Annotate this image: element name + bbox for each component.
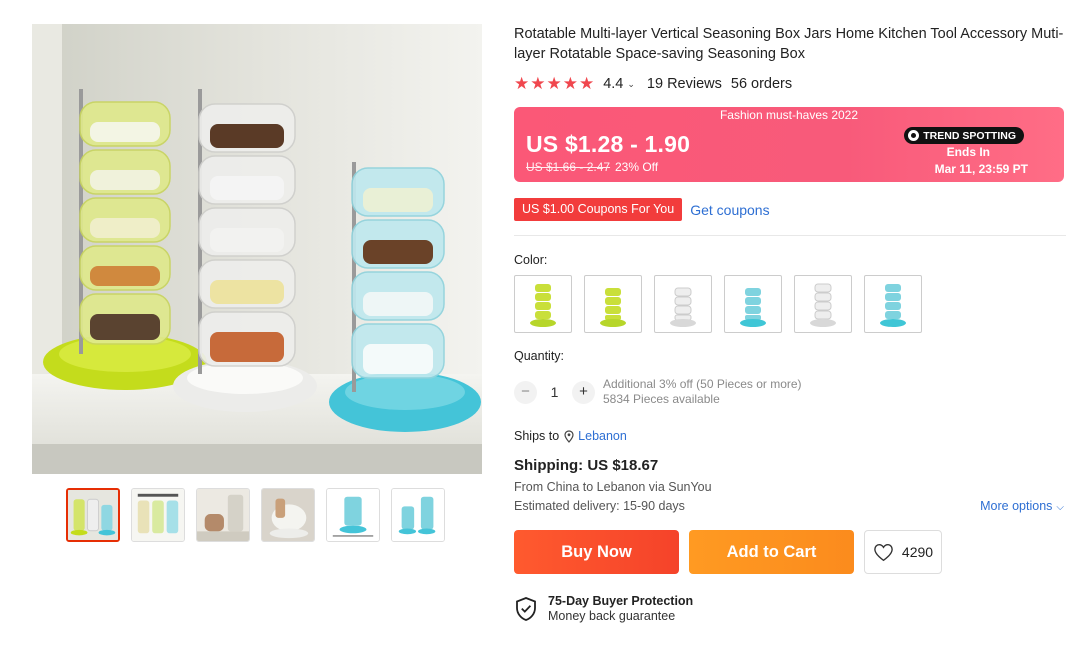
coupon-tag[interactable]: US $1.00 Coupons For You [514,198,683,221]
rating-row: ★★★★★ 4.4 ⌄ 19 Reviews 56 orders [514,74,1066,94]
reviews-link[interactable]: 19 Reviews [647,76,722,92]
color-option-green-5-tier[interactable] [514,275,572,333]
thumb-blue-dimensions [327,489,379,541]
original-price: US $1.66 - 2.47 [526,160,611,174]
buy-now-button[interactable]: Buy Now [514,530,679,574]
ships-to-destination[interactable]: Lebanon [578,429,627,443]
main-product-image[interactable] [32,24,482,474]
get-coupons-link[interactable]: Get coupons [690,202,769,218]
orders-count: 56 orders [730,76,793,92]
blue-tower-icon [740,288,766,327]
coupon-row: US $1.00 Coupons For You Get coupons [514,198,1066,221]
bulk-discount-note: Additional 3% off (50 Pieces or more) [603,377,802,391]
chevron-down-icon[interactable]: ⌄ [627,79,635,90]
quantity-increase-button[interactable]: + [572,380,595,404]
thumbnail-3[interactable] [196,488,250,542]
thumb-closeup [262,489,314,541]
white-tower-icon [810,283,836,327]
green-tower-icon [530,284,556,327]
thumbnail-2[interactable] [131,488,185,542]
add-to-cart-button[interactable]: Add to Cart [689,530,854,574]
quantity-input[interactable]: 1 [537,384,572,400]
protection-subtitle: Money back guarantee [548,609,676,623]
thumb-all-colors [68,490,118,540]
estimated-delivery: Estimated delivery: 15-90 days [514,499,685,513]
rating-value[interactable]: 4.4 [603,76,623,92]
heart-icon [874,543,893,561]
white-tower-icon [670,287,696,327]
shipping-route: From China to Lebanon via SunYou [514,480,712,494]
ships-to-label: Ships to [514,429,560,443]
wishlist-count: 4290 [901,544,934,560]
thumbnail-5[interactable] [326,488,380,542]
purchase-actions: Buy Now Add to Cart 4290 [514,530,1066,574]
quantity-stepper: − 1 + Additional 3% off (50 Pieces or mo… [514,377,1066,407]
more-options-label[interactable]: More options [980,499,1052,513]
chevron-down-icon[interactable]: ⌵ [1056,502,1064,513]
delivery-row: Estimated delivery: 15-90 days More opti… [514,499,1066,513]
more-options-link[interactable]: More options ⌵ [980,499,1064,513]
discount-percent: 23% Off [615,160,659,174]
protection-title: 75-Day Buyer Protection [548,594,694,608]
thumbnail-strip [66,488,445,542]
color-option-white-4-tier[interactable] [654,275,712,333]
thumb-blue-two-sizes [392,489,444,541]
location-pin-icon [564,429,574,443]
thumbnail-6[interactable] [391,488,445,542]
ends-in-date: Mar 11, 23:59 PT [934,162,1028,176]
quantity-label: Quantity: [514,349,565,363]
star-rating-icon: ★★★★★ [514,74,596,93]
ships-to-row: Ships to Lebanon [514,429,1066,443]
price-banner: Fashion must-haves 2022 US $1.28 - 1.90 … [514,107,1064,182]
thumb-size-chart [132,489,184,541]
ends-in-label: Ends In [946,145,990,159]
shipping-cost: Shipping: US $18.67 [514,457,659,474]
divider [514,235,1066,236]
quantity-info: Additional 3% off (50 Pieces or more) 58… [603,377,802,407]
shield-check-icon [516,597,536,621]
thumbnail-4[interactable] [261,488,315,542]
trend-icon [908,130,920,141]
banner-caption: Fashion must-haves 2022 [719,108,859,122]
color-option-blue-4-tier[interactable] [724,275,782,333]
thumb-in-use [197,489,249,541]
trend-label: TREND SPOTTING [923,129,1016,142]
color-option-white-5-tier[interactable] [794,275,852,333]
color-swatches [514,275,1066,333]
trend-spotting-badge: TREND SPOTTING [904,127,1024,144]
thumbnail-1[interactable] [66,488,120,542]
product-title: Rotatable Multi-layer Vertical Seasoning… [514,26,1064,62]
green-tower-icon [600,288,626,327]
blue-tower-icon [880,284,906,327]
quantity-decrease-button[interactable]: − [514,380,537,404]
color-option-blue-5-tier[interactable] [864,275,922,333]
color-label: Color: [514,253,548,267]
color-option-green-4-tier[interactable] [584,275,642,333]
buyer-protection: 75-Day Buyer Protection Money back guara… [514,594,1066,624]
wishlist-button[interactable]: 4290 [864,530,942,574]
current-price: US $1.28 - 1.90 [526,131,691,157]
seasoning-tower-photo [32,24,482,474]
pieces-available: 5834 Pieces available [603,392,720,406]
product-info: Rotatable Multi-layer Vertical Seasoning… [514,24,1066,624]
